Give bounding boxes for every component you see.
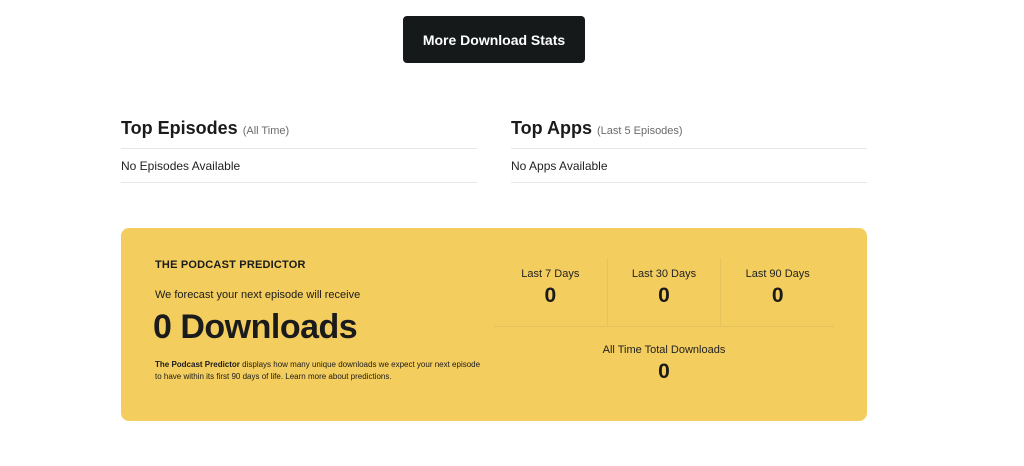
- stat-label: Last 90 Days: [745, 268, 810, 280]
- stat-label: Last 7 Days: [521, 268, 580, 280]
- download-stats-grid: Last 7 Days 0 Last 30 Days 0 Last 90 Day…: [494, 258, 834, 384]
- predictor-forecast-text: We forecast your next episode will recei…: [155, 289, 361, 301]
- more-download-stats-button[interactable]: More Download Stats: [403, 16, 585, 63]
- stat-value: 0: [544, 284, 557, 307]
- predictor-forecast-value: 0 Downloads: [153, 308, 358, 346]
- predictor-heading: THE PODCAST PREDICTOR: [155, 259, 306, 271]
- top-episodes-header: Top Episodes (All Time): [121, 118, 477, 148]
- stat-last-7-days: Last 7 Days 0: [494, 258, 607, 326]
- all-time-label: All Time Total Downloads: [602, 344, 726, 356]
- stat-all-time: All Time Total Downloads 0: [494, 327, 834, 384]
- stat-value: 0: [771, 284, 784, 307]
- top-episodes-panel: Top Episodes (All Time) No Episodes Avai…: [121, 118, 477, 183]
- top-episodes-empty-text: No Episodes Available: [121, 158, 241, 173]
- top-episodes-subtitle: (All Time): [242, 125, 290, 137]
- top-episodes-title: Top Episodes: [121, 118, 238, 138]
- top-apps-subtitle: (Last 5 Episodes): [596, 125, 683, 137]
- top-episodes-empty-row: No Episodes Available: [121, 148, 477, 183]
- all-time-value: 0: [658, 360, 670, 383]
- stat-value: 0: [658, 284, 670, 307]
- stat-last-30-days: Last 30 Days 0: [606, 258, 721, 326]
- stat-last-90-days: Last 90 Days 0: [720, 258, 834, 326]
- top-apps-title: Top Apps: [511, 118, 592, 138]
- period-stats-row: Last 7 Days 0 Last 30 Days 0 Last 90 Day…: [494, 258, 834, 327]
- podcast-predictor-card: THE PODCAST PREDICTOR We forecast your n…: [121, 228, 867, 421]
- predictor-note-bold: The Podcast Predictor: [155, 360, 240, 369]
- top-apps-empty-text: No Apps Available: [511, 158, 608, 173]
- top-apps-header: Top Apps (Last 5 Episodes): [511, 118, 867, 148]
- top-apps-panel: Top Apps (Last 5 Episodes) No Apps Avail…: [511, 118, 867, 183]
- stat-label: Last 30 Days: [631, 268, 697, 280]
- top-apps-empty-row: No Apps Available: [511, 148, 867, 183]
- predictor-note: The Podcast Predictor displays how many …: [155, 359, 485, 383]
